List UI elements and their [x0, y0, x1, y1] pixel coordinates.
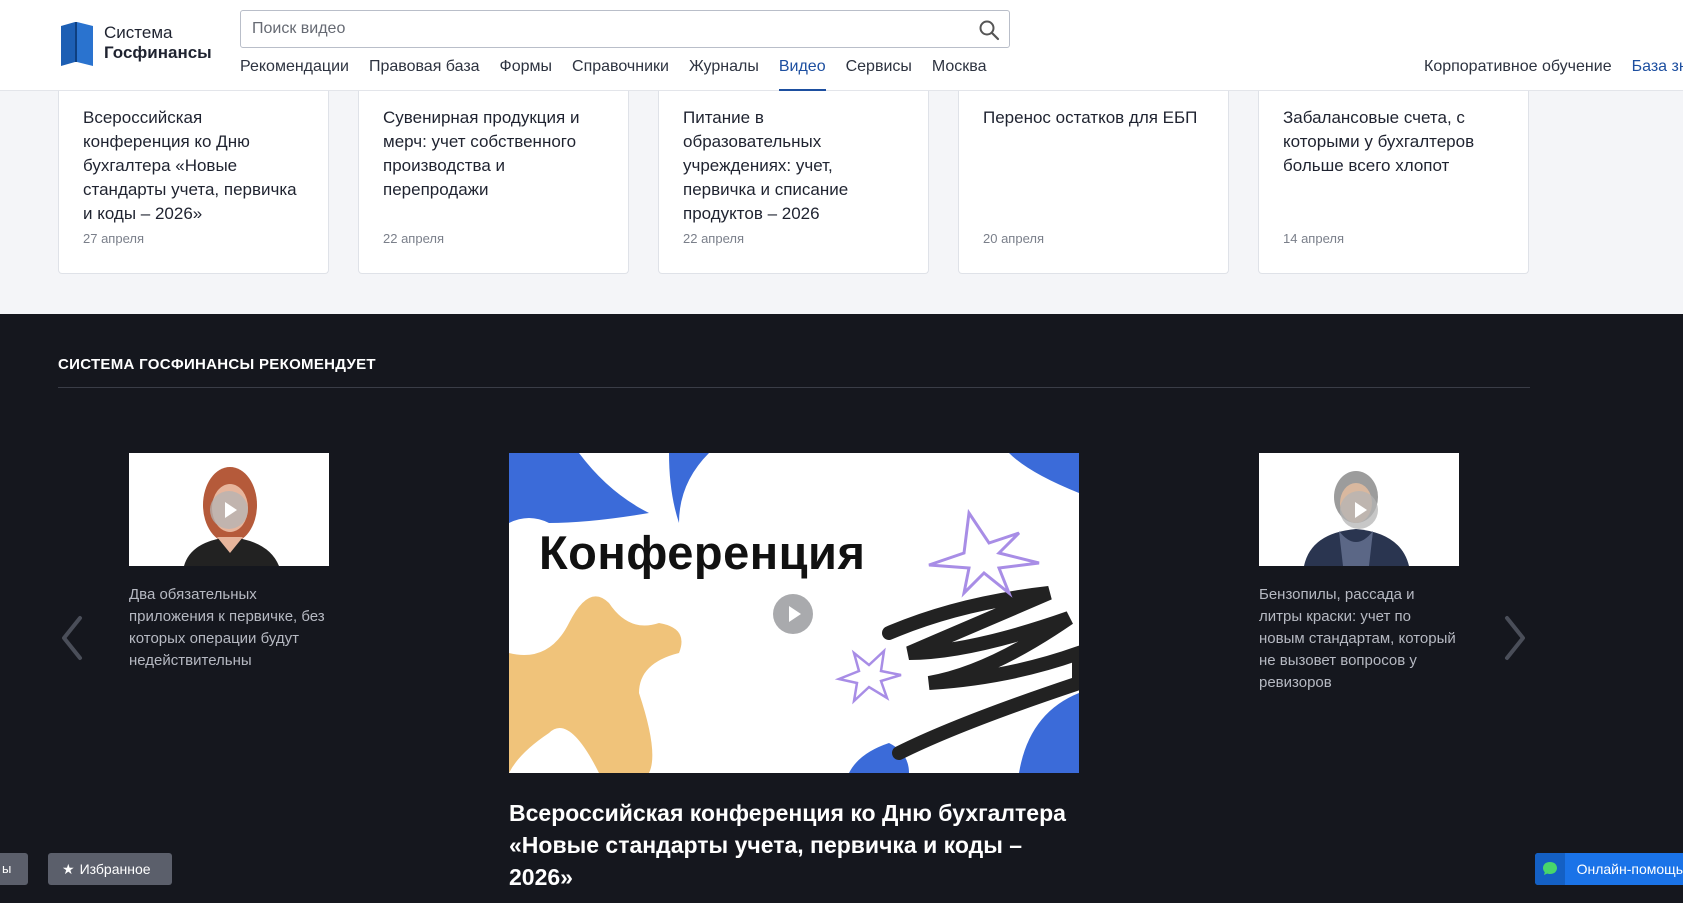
video-title[interactable]: Два обязательных приложения к первичке, …: [129, 584, 329, 672]
search-box: [240, 10, 1010, 48]
video-overlay-title: Конференция: [539, 526, 866, 579]
star-icon: ★: [62, 861, 75, 877]
secondary-nav: Корпоративное обучение База знаний: [1424, 58, 1683, 76]
play-icon[interactable]: [210, 491, 248, 529]
nav-corporate-training[interactable]: Корпоративное обучение: [1424, 58, 1612, 76]
nav-references[interactable]: Справочники: [572, 58, 669, 91]
video-card-date: 14 апреля: [1283, 231, 1344, 246]
chat-icon: [1535, 853, 1565, 885]
featured-video-player[interactable]: Конференция: [509, 453, 1079, 773]
favorites-label: Избранное: [79, 861, 151, 877]
video-card[interactable]: Перенос остатков для ЕБП 20 апреля: [958, 76, 1229, 274]
logo-line-2: Госфинансы: [104, 43, 212, 62]
video-thumbnail[interactable]: [1259, 453, 1459, 566]
online-help-button[interactable]: Онлайн-помощь: [1535, 853, 1683, 885]
video-thumbnail[interactable]: [129, 453, 329, 566]
divider: [58, 387, 1530, 388]
nav-journals[interactable]: Журналы: [689, 58, 759, 91]
nav-knowledge-base[interactable]: База знаний: [1632, 58, 1683, 76]
search-input[interactable]: [241, 11, 941, 47]
favorites-button[interactable]: ★ Избранное: [48, 853, 172, 885]
nav-legal-base[interactable]: Правовая база: [369, 58, 480, 91]
video-card-date: 22 апреля: [383, 231, 444, 246]
video-card[interactable]: Всероссийская конференция ко Дню бухгалт…: [58, 76, 329, 274]
nav-video[interactable]: Видео: [778, 58, 826, 91]
video-card[interactable]: Сувенирная продукция и мерч: учет собств…: [358, 76, 629, 274]
carousel-prev-arrow-icon[interactable]: [58, 614, 86, 662]
video-card[interactable]: Питание в образовательных учреждениях: у…: [658, 76, 929, 274]
play-icon[interactable]: [1340, 491, 1378, 529]
video-card-title[interactable]: Сувенирная продукция и мерч: учет собств…: [383, 106, 604, 202]
carousel-next-arrow-icon[interactable]: [1501, 614, 1529, 662]
nav-services[interactable]: Сервисы: [846, 58, 912, 91]
recommend-section: СИСТЕМА ГОСФИНАНСЫ РЕКОМЕНДУЕТ Два обяза…: [0, 314, 1683, 903]
online-help-label: Онлайн-помощь: [1576, 861, 1683, 877]
video-card-title[interactable]: Всероссийская конференция ко Дню бухгалт…: [83, 106, 304, 226]
main-nav: Рекомендации Правовая база Формы Справоч…: [240, 58, 987, 91]
video-card-title[interactable]: Перенос остатков для ЕБП: [983, 106, 1204, 130]
floating-button-partial[interactable]: ы: [0, 853, 28, 885]
video-card[interactable]: Забалансовые счета, с которыми у бухгалт…: [1258, 76, 1529, 274]
featured-video-title[interactable]: Всероссийская конференция ко Дню бухгалт…: [509, 797, 1079, 893]
video-card-title[interactable]: Питание в образовательных учреждениях: у…: [683, 106, 904, 226]
recommend-heading: СИСТЕМА ГОСФИНАНСЫ РЕКОМЕНДУЕТ: [58, 356, 376, 373]
play-icon[interactable]: [773, 594, 813, 634]
video-title[interactable]: Бензопилы, рассада и литры краски: учет …: [1259, 584, 1459, 694]
site-header: Система Госфинансы Рекомендации Правовая…: [0, 0, 1683, 91]
nav-forms[interactable]: Формы: [500, 58, 552, 91]
video-card-title[interactable]: Забалансовые счета, с которыми у бухгалт…: [1283, 106, 1504, 178]
video-card-date: 27 апреля: [83, 231, 144, 246]
search-icon[interactable]: [977, 18, 1001, 42]
logo-line-1: Система: [104, 23, 173, 42]
video-card-date: 22 апреля: [683, 231, 744, 246]
nav-recommendations[interactable]: Рекомендации: [240, 58, 349, 91]
book-logo-icon: [58, 20, 96, 66]
video-card-date: 20 апреля: [983, 231, 1044, 246]
video-cards-row: Всероссийская конференция ко Дню бухгалт…: [58, 76, 1529, 274]
logo[interactable]: Система Госфинансы: [58, 20, 212, 66]
nav-region[interactable]: Москва: [932, 58, 987, 91]
